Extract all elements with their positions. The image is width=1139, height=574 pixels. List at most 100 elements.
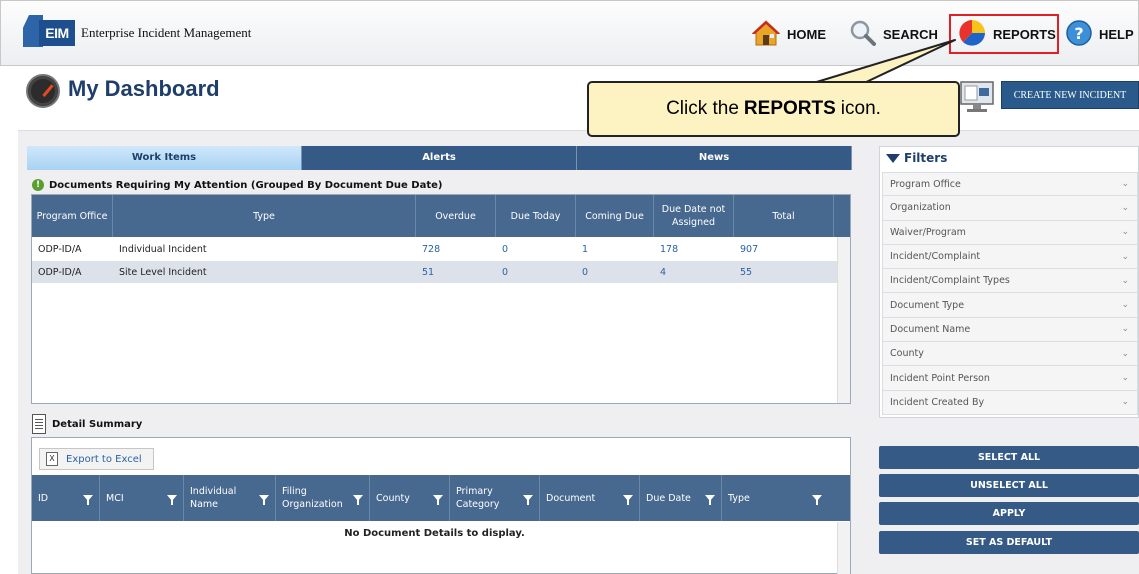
- home-icon: [751, 19, 781, 50]
- col-type[interactable]: Type: [113, 195, 416, 237]
- set-as-default-button[interactable]: SET AS DEFAULT: [879, 531, 1139, 554]
- chevron-down-icon: ⌄: [1121, 275, 1129, 286]
- filter-funnel-icon[interactable]: [259, 495, 269, 505]
- tab-work-items[interactable]: Work Items: [27, 146, 302, 170]
- nav-home-button[interactable]: HOME: [751, 19, 826, 49]
- col-primary-category[interactable]: Primary Category: [450, 475, 540, 521]
- filter-label: Incident Point Person: [890, 372, 990, 384]
- filter-funnel-icon[interactable]: [705, 495, 715, 505]
- filter-funnel-icon[interactable]: [167, 495, 177, 505]
- cell-total[interactable]: 907: [734, 238, 834, 260]
- cell-due-today[interactable]: 0: [496, 238, 576, 260]
- col-mci[interactable]: MCI: [100, 475, 184, 521]
- cell-type: Site Level Incident: [119, 266, 207, 278]
- table-row[interactable]: ODP-ID/A Individual Incident 728 0 1 178…: [32, 238, 837, 260]
- col-total[interactable]: Total: [734, 195, 834, 237]
- callout-text-bold: REPORTS: [743, 98, 836, 119]
- filter-label: Organization: [890, 202, 951, 214]
- col-type[interactable]: Type: [722, 475, 828, 521]
- filter-waiver-program[interactable]: Waiver/Program ⌄: [882, 220, 1138, 245]
- chevron-down-icon: ⌄: [1121, 373, 1129, 384]
- export-to-excel-button[interactable]: X Export to Excel: [39, 448, 154, 470]
- filter-funnel-icon[interactable]: [353, 495, 363, 505]
- col-individual-name[interactable]: Individual Name: [184, 475, 276, 521]
- cell-total[interactable]: 55: [734, 261, 834, 283]
- col-primary-category-label: Primary Category: [456, 486, 500, 510]
- filter-program-office[interactable]: Program Office ⌄: [882, 172, 1138, 197]
- chevron-down-icon: ⌄: [1121, 348, 1129, 359]
- filter-incident-complaint[interactable]: Incident/Complaint ⌄: [882, 244, 1138, 270]
- col-county-label: County: [376, 492, 410, 504]
- filter-funnel-icon[interactable]: [433, 495, 443, 505]
- unselect-all-button[interactable]: UNSELECT ALL: [879, 474, 1139, 497]
- filter-incident-point-person[interactable]: Incident Point Person ⌄: [882, 366, 1138, 391]
- filter-incident-complaint-types[interactable]: Incident/Complaint Types ⌄: [882, 269, 1138, 294]
- table-row[interactable]: ODP-ID/A Site Level Incident 51 0 0 4 55: [32, 261, 837, 283]
- col-county[interactable]: County: [370, 475, 450, 521]
- cell-office: ODP-ID/A: [38, 266, 82, 278]
- cell-due-today[interactable]: 0: [496, 261, 576, 283]
- col-individual-name-label: Individual Name: [190, 486, 237, 510]
- nav-reports-button[interactable]: REPORTS: [949, 14, 1059, 54]
- filter-incident-created-by[interactable]: Incident Created By ⌄: [882, 390, 1138, 415]
- callout-text-after: icon.: [840, 98, 881, 119]
- create-new-incident-button[interactable]: CREATE NEW INCIDENT: [1001, 81, 1139, 109]
- col-filing-organization[interactable]: Filing Organization: [276, 475, 370, 521]
- detail-grid: X Export to Excel ID MCI Individual Name…: [31, 437, 851, 574]
- filter-label: Document Type: [890, 299, 965, 311]
- new-incident-monitor-icon: [958, 80, 996, 114]
- help-icon: ?: [1065, 19, 1093, 50]
- cell-coming-due[interactable]: 1: [576, 238, 654, 260]
- excel-icon: X: [46, 452, 58, 466]
- cell-overdue[interactable]: 728: [416, 238, 496, 260]
- tab-alerts[interactable]: Alerts: [302, 146, 577, 170]
- nav-help-label: HELP: [1099, 26, 1134, 42]
- cell-type: Individual Incident: [119, 243, 207, 255]
- tab-news[interactable]: News: [577, 146, 852, 170]
- apply-button[interactable]: APPLY: [879, 502, 1139, 525]
- chevron-down-icon: ⌄: [1121, 324, 1129, 335]
- filter-funnel-icon[interactable]: [623, 495, 633, 505]
- col-id[interactable]: ID: [32, 475, 100, 521]
- eim-logo[interactable]: EIM: [39, 20, 75, 46]
- chevron-down-icon: ⌄: [1121, 397, 1129, 408]
- cell-not-assigned[interactable]: 178: [654, 238, 734, 260]
- col-due-date-not-assigned[interactable]: Due Date not Assigned: [654, 195, 734, 237]
- filter-document-name[interactable]: Document Name ⌄: [882, 317, 1138, 343]
- col-overdue[interactable]: Overdue: [416, 195, 496, 237]
- detail-summary-title: Detail Summary: [52, 418, 143, 430]
- chevron-down-icon: ⌄: [1121, 300, 1129, 311]
- cell-not-assigned[interactable]: 4: [654, 261, 734, 283]
- filter-county[interactable]: County ⌄: [882, 342, 1138, 367]
- filter-label: Waiver/Program: [890, 226, 966, 238]
- clipboard-icon: [32, 414, 46, 434]
- col-coming-due[interactable]: Coming Due: [576, 195, 654, 237]
- nav-home-label: HOME: [787, 26, 826, 42]
- filter-funnel-icon[interactable]: [812, 495, 822, 505]
- filter-funnel-icon[interactable]: [523, 495, 533, 505]
- filter-label: County: [890, 348, 924, 360]
- cell-overdue[interactable]: 51: [416, 261, 496, 283]
- top-bar: EIM Enterprise Incident Management HOME …: [0, 0, 1139, 66]
- export-label: Export to Excel: [66, 453, 142, 465]
- filter-document-type[interactable]: Document Type ⌄: [882, 293, 1138, 318]
- select-all-button[interactable]: SELECT ALL: [879, 446, 1139, 469]
- documents-heading-text: Documents Requiring My Attention (Groupe…: [49, 179, 443, 191]
- callout-text-before: Click the: [666, 98, 739, 119]
- documents-grid-header: Program Office Type Overdue Due Today Co…: [32, 195, 850, 237]
- col-due-date[interactable]: Due Date: [640, 475, 722, 521]
- filter-funnel-icon[interactable]: [83, 495, 93, 505]
- col-program-office[interactable]: Program Office: [32, 195, 113, 237]
- filter-organization[interactable]: Organization ⌄: [882, 196, 1138, 221]
- nav-search-button[interactable]: SEARCH: [849, 19, 938, 49]
- svg-text:?: ?: [1074, 24, 1083, 43]
- nav-help-button[interactable]: ? HELP: [1065, 19, 1134, 49]
- dashboard-tabs: Work Items Alerts News: [27, 146, 852, 170]
- documents-section-heading: ! Documents Requiring My Attention (Grou…: [32, 177, 442, 193]
- detail-scrollbar[interactable]: [837, 522, 850, 574]
- documents-scrollbar[interactable]: [837, 237, 850, 403]
- col-document[interactable]: Document: [540, 475, 640, 521]
- cell-coming-due[interactable]: 0: [576, 261, 654, 283]
- col-due-today[interactable]: Due Today: [496, 195, 576, 237]
- col-due-date-label: Due Date: [646, 492, 691, 504]
